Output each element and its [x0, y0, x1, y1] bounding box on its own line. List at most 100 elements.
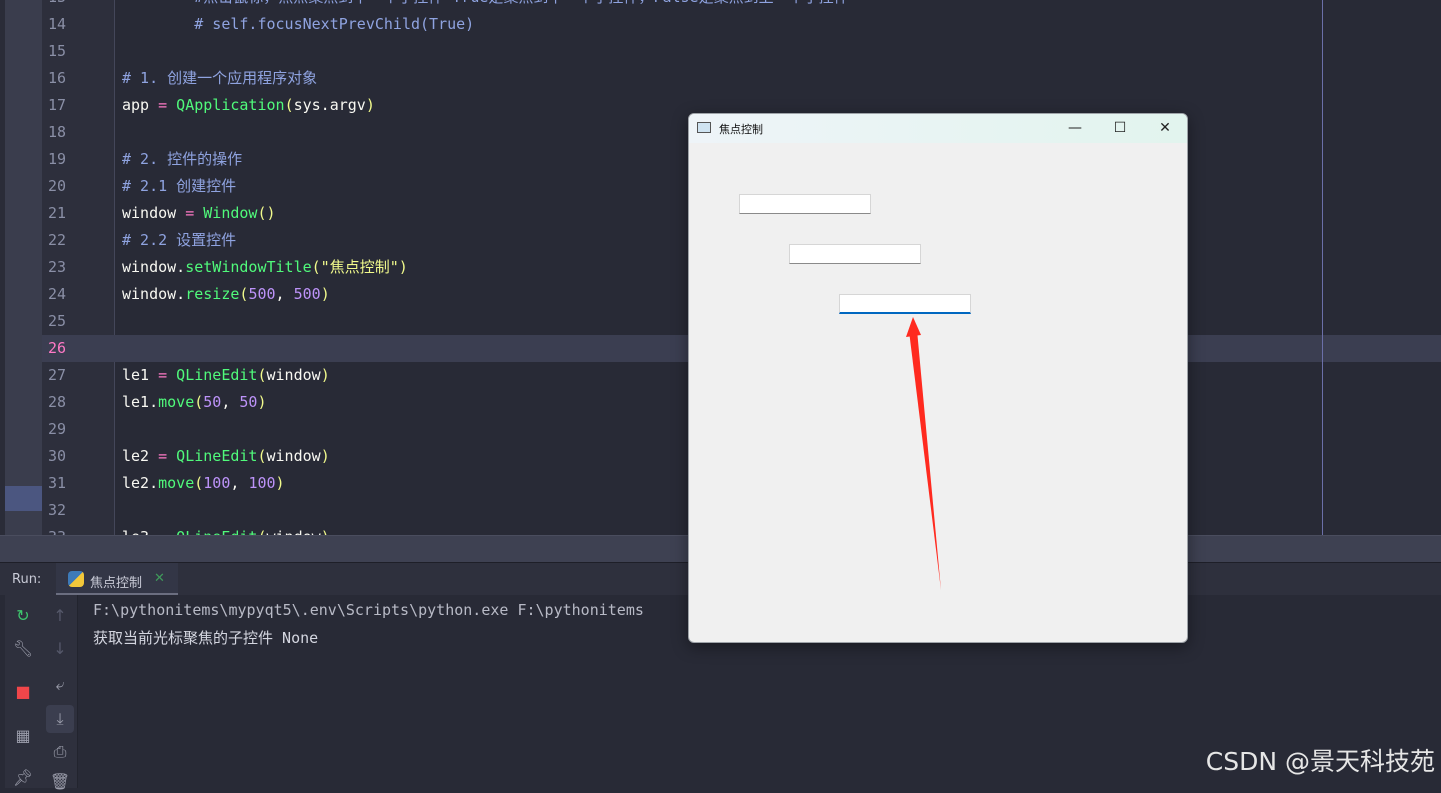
code-token: QLineEdit: [167, 528, 257, 535]
code-token: ("焦点控制"): [311, 258, 408, 276]
line-edit-2[interactable]: [789, 244, 921, 264]
print-icon[interactable]: ⎙: [49, 741, 71, 763]
code-token: ): [275, 474, 285, 492]
code-token: window: [122, 204, 186, 222]
console-actions: ↑ ↓ ⤶ ⤓ ⎙ 🗑︎: [42, 595, 78, 791]
code-token: window: [266, 447, 321, 465]
minimize-button[interactable]: —: [1052, 114, 1098, 143]
code-token: window.: [122, 285, 186, 303]
code-token: (: [257, 366, 267, 384]
code-token: 500: [248, 285, 276, 303]
code-token: resize: [185, 285, 240, 303]
code-line: le3 = QLineEdit(window): [122, 524, 330, 535]
code-token: QLineEdit: [167, 366, 258, 384]
code-line: le1 = QLineEdit(window): [122, 362, 330, 389]
soft-wrap-icon[interactable]: ⤶: [49, 674, 71, 696]
arrow-down-icon[interactable]: ↓: [49, 638, 71, 660]
code-line: le1.move(50, 50): [122, 389, 267, 416]
line-edit-3-focused[interactable]: [839, 294, 971, 314]
code-token: le1.: [122, 393, 159, 411]
code-line: app = QApplication(sys.argv): [122, 92, 375, 119]
code-token: ,: [230, 474, 249, 492]
code-token: # self.focusNextPrevChild(True): [122, 15, 475, 33]
line-number: 23: [48, 258, 67, 276]
code-line: # 1. 创建一个应用程序对象: [122, 65, 317, 92]
code-token: ): [365, 96, 375, 114]
rerun-icon[interactable]: ↻: [12, 605, 34, 627]
line-number: 29: [48, 420, 67, 438]
code-token: window: [267, 528, 321, 535]
line-number: 15: [48, 42, 67, 60]
line-number: 26: [48, 339, 67, 357]
run-tab-label: 焦点控制: [90, 576, 143, 591]
wrench-icon[interactable]: 🔧︎: [12, 638, 34, 660]
watermark: CSDN @景天科技苑: [1205, 747, 1435, 776]
console-command: F:\pythonitems\mypyqt5\.env\Scripts\pyth…: [93, 601, 644, 619]
line-number: 24: [48, 285, 67, 303]
line-number: 14: [48, 15, 67, 33]
code-token: 50: [203, 393, 222, 411]
code-line: window.setWindowTitle("焦点控制"): [122, 254, 408, 281]
window-icon: [697, 122, 711, 133]
code-token: window.: [122, 258, 186, 276]
console-output-line: 获取当前光标聚焦的子控件 None: [93, 629, 319, 647]
code-token: ): [320, 447, 330, 465]
line-number: 19: [48, 150, 67, 168]
project-sidebar-strip: [0, 0, 42, 535]
line-number: 27: [48, 366, 67, 384]
close-tab-icon[interactable]: ✕: [154, 571, 165, 586]
layout-icon[interactable]: ▦: [12, 725, 34, 747]
line-number: 18: [48, 123, 67, 141]
code-token: le2.: [122, 474, 159, 492]
code-line: #点击鼠标，焦点聚焦到下一个子控件 True是聚焦到下一个子控件，False是聚…: [122, 0, 848, 11]
code-token: app: [122, 96, 159, 114]
code-token: ,: [275, 285, 294, 303]
code-token: sys.argv: [293, 96, 366, 114]
code-token: QApplication: [167, 96, 285, 114]
focus-control-window: 焦点控制 — ☐ ✕: [688, 113, 1188, 643]
scroll-to-end-icon[interactable]: ⤓: [46, 705, 74, 733]
arrow-up-icon[interactable]: ↑: [49, 605, 71, 627]
run-tab[interactable]: 焦点控制 ✕: [56, 563, 178, 596]
code-token: =: [158, 528, 167, 535]
stop-icon[interactable]: ■: [12, 681, 34, 703]
line-number: 28: [48, 393, 67, 411]
code-line: # 2. 控件的操作: [122, 146, 242, 173]
line-number: 21: [48, 204, 67, 222]
code-line: window.resize(500, 500): [122, 281, 330, 308]
code-token: ): [321, 528, 330, 535]
code-token: =: [185, 204, 195, 222]
code-token: le3: [122, 528, 158, 535]
code-line: # 2.2 设置控件: [122, 227, 236, 254]
code-token: # 2.2 设置控件: [122, 231, 237, 249]
code-token: move: [158, 393, 195, 411]
sidebar-selection[interactable]: [5, 486, 42, 511]
code-token: 50: [239, 393, 258, 411]
code-token: le2: [122, 447, 159, 465]
code-token: # 1. 创建一个应用程序对象: [122, 69, 318, 87]
code-token: (: [194, 393, 204, 411]
code-token: ): [320, 366, 330, 384]
code-token: le1: [122, 366, 159, 384]
code-token: ): [320, 285, 330, 303]
line-number: 22: [48, 231, 67, 249]
code-token: =: [158, 447, 168, 465]
window-title: 焦点控制: [719, 123, 763, 136]
code-token: window: [266, 366, 321, 384]
python-icon: [68, 571, 84, 587]
code-token: (: [194, 474, 204, 492]
code-line: window = Window(): [122, 200, 276, 227]
code-token: QLineEdit: [167, 447, 258, 465]
maximize-button[interactable]: ☐: [1097, 114, 1143, 143]
code-line: le2 = QLineEdit(window): [122, 443, 330, 470]
line-number: 25: [48, 312, 67, 330]
trash-icon[interactable]: 🗑︎: [49, 771, 71, 793]
code-token: # 2.1 创建控件: [122, 177, 237, 195]
code-token: move: [158, 474, 195, 492]
line-number: 16: [48, 69, 67, 87]
line-edit-1[interactable]: [739, 194, 871, 214]
window-title-bar[interactable]: 焦点控制 — ☐ ✕: [689, 114, 1187, 143]
pin-icon[interactable]: 📌︎: [12, 767, 34, 789]
code-token: (: [284, 96, 294, 114]
close-button[interactable]: ✕: [1142, 114, 1187, 143]
